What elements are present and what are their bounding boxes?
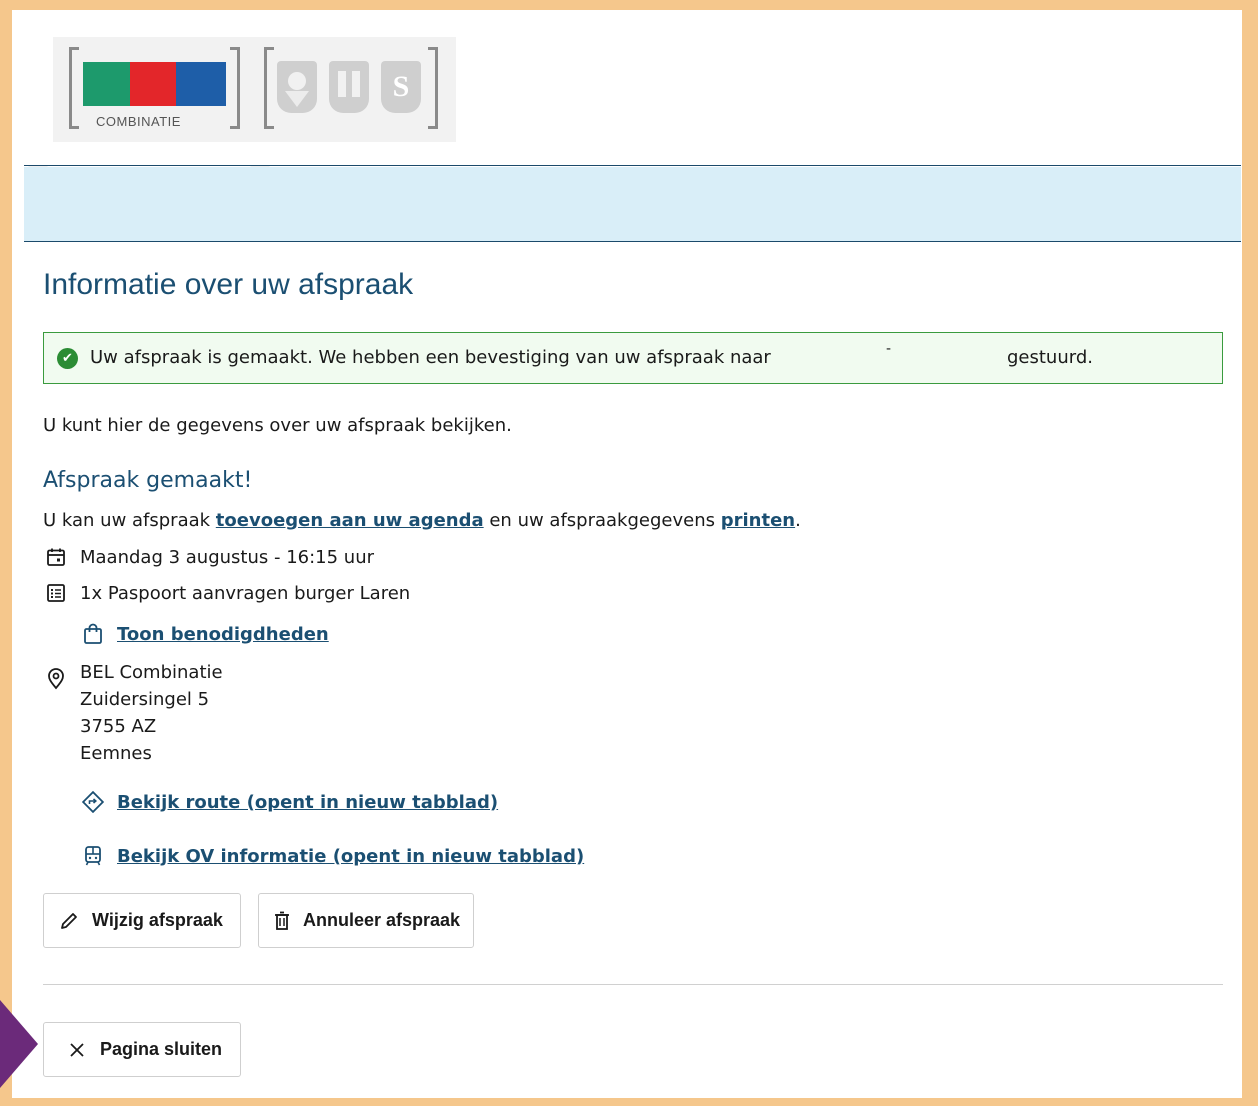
trash-icon xyxy=(273,910,291,932)
bel-block-red xyxy=(130,62,176,106)
bel-block-blue xyxy=(176,62,226,106)
blaricum-crest-icon xyxy=(277,61,317,113)
page-title: Informatie over uw afspraak xyxy=(43,268,414,301)
cancel-appointment-label: Annuleer afspraak xyxy=(303,910,461,930)
logo-bracket-left xyxy=(69,47,79,129)
ov-info-row[interactable]: Bekijk OV informatie (opent in nieuw tab… xyxy=(81,844,584,868)
eemnes-crest-icon xyxy=(329,61,369,113)
close-page-label: Pagina sluiten xyxy=(100,1039,223,1059)
list-icon xyxy=(43,581,69,605)
show-requirements-link[interactable]: Toon benodigdheden xyxy=(117,624,329,645)
location-postcode: 3755 AZ xyxy=(80,716,157,737)
show-requirements-row[interactable]: Toon benodigdheden xyxy=(81,622,329,646)
logo-bracket-right-2 xyxy=(428,47,438,129)
alert-redaction-dash: - xyxy=(886,341,892,357)
location-street: Zuidersingel 5 xyxy=(80,689,210,710)
edit-appointment-button[interactable]: Wijzig afspraak xyxy=(43,893,241,948)
calendar-icon xyxy=(43,545,69,569)
sentence-part1: U kan uw afspraak xyxy=(43,510,216,531)
location-pin-icon xyxy=(43,667,69,691)
check-circle-icon: ✔ xyxy=(57,348,78,369)
close-page-button[interactable]: Pagina sluiten xyxy=(43,1022,241,1077)
page: COMBINATIE S Informatie over uw afspraak… xyxy=(24,18,1241,1098)
alert-text: Uw afspraak is gemaakt. We hebben een be… xyxy=(90,347,771,368)
bel-letters-logo xyxy=(83,62,226,106)
print-link[interactable]: printen xyxy=(721,510,795,531)
sentence-part3: . xyxy=(795,510,801,531)
bel-combinatie-logo[interactable]: COMBINATIE S xyxy=(53,37,456,142)
screenshot-frame: COMBINATIE S Informatie over uw afspraak… xyxy=(12,10,1242,1098)
intro-text: U kunt hier de gegevens over uw afspraak… xyxy=(43,415,512,436)
divider xyxy=(43,984,1223,985)
logo-bracket-left-2 xyxy=(264,47,274,129)
location-name: BEL Combinatie xyxy=(80,662,223,683)
section-title: Afspraak gemaakt! xyxy=(43,468,253,493)
logo-combinatie-text: COMBINATIE xyxy=(96,114,181,129)
success-alert: ✔ Uw afspraak is gemaakt. We hebben een … xyxy=(43,332,1223,384)
location-city: Eemnes xyxy=(80,743,152,764)
route-link[interactable]: Bekijk route (opent in nieuw tabblad) xyxy=(117,792,498,813)
add-to-agenda-link[interactable]: toevoegen aan uw agenda xyxy=(216,510,484,531)
header-band xyxy=(24,167,1241,242)
location-pin-row xyxy=(43,667,80,691)
product-name: 1x Paspoort aanvragen burger Laren xyxy=(80,582,411,604)
pointer-arrow-icon xyxy=(0,1000,38,1088)
directions-icon xyxy=(81,790,105,814)
product-row: 1x Paspoort aanvragen burger Laren xyxy=(43,581,410,605)
logo-bracket-right xyxy=(230,47,240,129)
bel-block-green xyxy=(83,62,130,106)
agenda-print-sentence: U kan uw afspraak toevoegen aan uw agend… xyxy=(43,510,801,531)
cancel-appointment-button[interactable]: Annuleer afspraak xyxy=(258,893,474,948)
appointment-date: Maandag 3 augustus - 16:15 uur xyxy=(80,546,375,568)
close-icon xyxy=(66,1039,88,1061)
site-header: COMBINATIE S xyxy=(24,18,1241,176)
appointment-date-row: Maandag 3 augustus - 16:15 uur xyxy=(43,545,374,569)
pencil-icon xyxy=(58,910,80,932)
route-row[interactable]: Bekijk route (opent in nieuw tabblad) xyxy=(81,790,498,814)
laren-crest-icon: S xyxy=(381,61,421,113)
alert-text-end: gestuurd. xyxy=(1007,347,1093,368)
location-address: BEL Combinatie Zuidersingel 5 3755 AZ Ee… xyxy=(80,659,223,767)
sentence-part2: en uw afspraakgegevens xyxy=(483,510,721,531)
shopping-bag-icon xyxy=(81,622,105,646)
train-icon xyxy=(81,844,105,868)
ov-info-link[interactable]: Bekijk OV informatie (opent in nieuw tab… xyxy=(117,846,584,867)
edit-appointment-label: Wijzig afspraak xyxy=(92,910,223,930)
